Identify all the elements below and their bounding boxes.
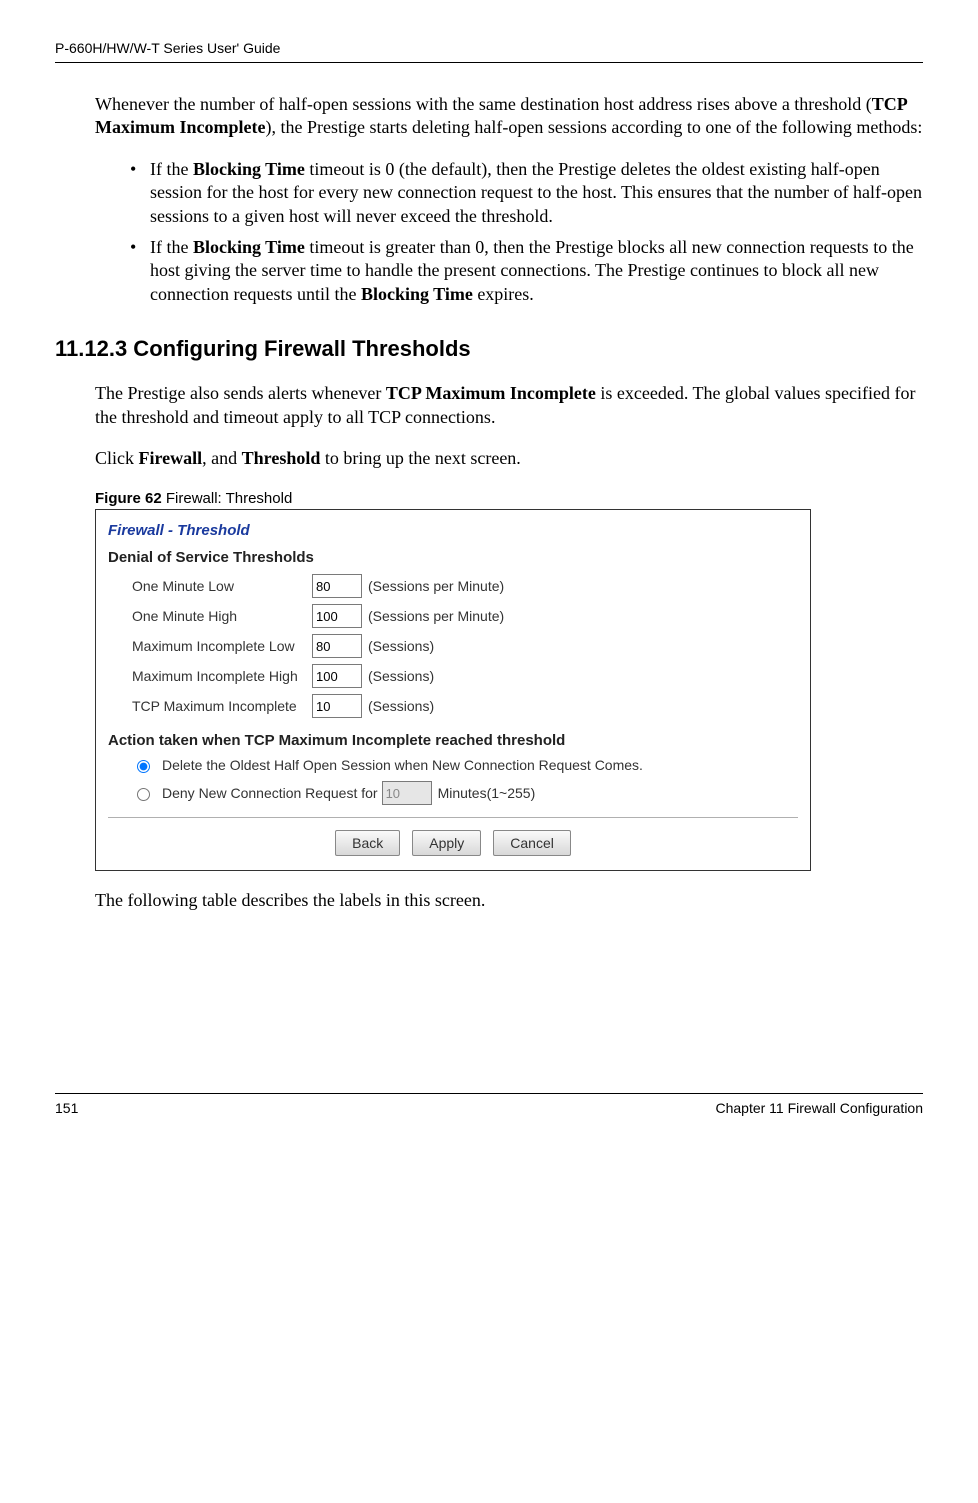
paragraph-intro: Whenever the number of half-open session… (55, 93, 923, 140)
action-deny-new: Deny New Connection Request for Minutes(… (132, 781, 798, 805)
text: If the (150, 237, 193, 257)
bold-text: Blocking Time (361, 284, 473, 304)
action-delete-oldest: Delete the Oldest Half Open Session when… (132, 757, 798, 773)
firewall-threshold-screenshot: Firewall - Threshold Denial of Service T… (95, 509, 811, 871)
bold-text: Firewall (139, 448, 203, 468)
back-button[interactable]: Back (335, 830, 400, 856)
row-unit: (Sessions per Minute) (368, 608, 504, 624)
page-footer: 151 Chapter 11 Firewall Configuration (55, 1093, 923, 1116)
threshold-row-one-minute-high: One Minute High (Sessions per Minute) (132, 604, 798, 628)
dos-thresholds-heading: Denial of Service Thresholds (108, 549, 798, 566)
max-incomplete-low-input[interactable] (312, 634, 362, 658)
text: The Prestige also sends alerts whenever (95, 383, 386, 403)
threshold-row-max-incomplete-low: Maximum Incomplete Low (Sessions) (132, 634, 798, 658)
threshold-row-one-minute-low: One Minute Low (Sessions per Minute) (132, 574, 798, 598)
page-header: P-660H/HW/W-T Series User' Guide (55, 40, 923, 63)
paragraph: Click Firewall, and Threshold to bring u… (55, 447, 923, 470)
action-label-part2: Minutes(1~255) (438, 785, 536, 801)
one-minute-low-input[interactable] (312, 574, 362, 598)
apply-button[interactable]: Apply (412, 830, 481, 856)
max-incomplete-high-input[interactable] (312, 664, 362, 688)
row-unit: (Sessions) (368, 698, 434, 714)
row-label: Maximum Incomplete Low (132, 638, 312, 654)
figure-caption: Figure 62 Firewall: Threshold (95, 490, 923, 507)
action-label: Delete the Oldest Half Open Session when… (162, 757, 643, 773)
button-row: Back Apply Cancel (108, 830, 798, 856)
text: Whenever the number of half-open session… (95, 94, 872, 114)
bullet-list: If the Blocking Time timeout is 0 (the d… (55, 158, 923, 306)
action-label-part1: Deny New Connection Request for (162, 785, 378, 801)
figure-title: Firewall: Threshold (162, 490, 293, 507)
page-number: 151 (55, 1100, 78, 1116)
text: to bring up the next screen. (320, 448, 520, 468)
bold-text: Blocking Time (193, 237, 305, 257)
deny-new-radio[interactable] (137, 788, 150, 801)
screenshot-title: Firewall - Threshold (108, 522, 798, 539)
bullet-item: If the Blocking Time timeout is greater … (130, 236, 923, 306)
bold-text: TCP Maximum Incomplete (386, 383, 596, 403)
row-label: One Minute Low (132, 578, 312, 594)
paragraph: The Prestige also sends alerts whenever … (55, 382, 923, 429)
text: Click (95, 448, 139, 468)
row-label: One Minute High (132, 608, 312, 624)
cancel-button[interactable]: Cancel (493, 830, 571, 856)
text: If the (150, 159, 193, 179)
text: expires. (473, 284, 534, 304)
threshold-row-max-incomplete-high: Maximum Incomplete High (Sessions) (132, 664, 798, 688)
row-unit: (Sessions) (368, 668, 434, 684)
bold-text: Threshold (242, 448, 321, 468)
row-label: TCP Maximum Incomplete (132, 698, 312, 714)
one-minute-high-input[interactable] (312, 604, 362, 628)
chapter-label: Chapter 11 Firewall Configuration (715, 1100, 923, 1116)
threshold-row-tcp-max-incomplete: TCP Maximum Incomplete (Sessions) (132, 694, 798, 718)
divider (108, 817, 798, 818)
text: , and (202, 448, 242, 468)
deny-minutes-input (382, 781, 432, 805)
row-unit: (Sessions per Minute) (368, 578, 504, 594)
section-heading: 11.12.3 Configuring Firewall Thresholds (55, 336, 923, 362)
paragraph: The following table describes the labels… (55, 889, 923, 912)
bold-text: Blocking Time (193, 159, 305, 179)
delete-oldest-radio[interactable] (137, 760, 150, 773)
figure-label: Figure 62 (95, 490, 162, 507)
action-heading: Action taken when TCP Maximum Incomplete… (108, 732, 798, 749)
row-unit: (Sessions) (368, 638, 434, 654)
bullet-item: If the Blocking Time timeout is 0 (the d… (130, 158, 923, 228)
text: ), the Prestige starts deleting half-ope… (265, 117, 922, 137)
row-label: Maximum Incomplete High (132, 668, 312, 684)
tcp-max-incomplete-input[interactable] (312, 694, 362, 718)
